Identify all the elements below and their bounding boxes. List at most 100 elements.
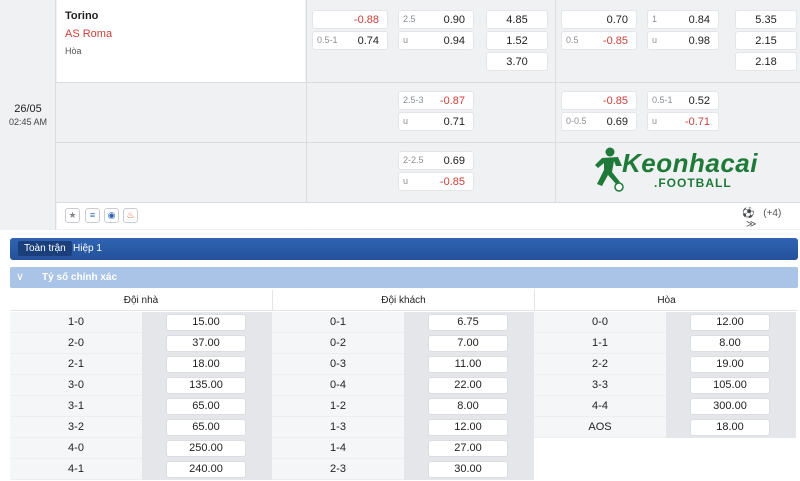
- eye-icon[interactable]: ◉: [104, 208, 119, 223]
- score-odds-button[interactable]: 240.00: [166, 461, 246, 478]
- column-divider: [555, 0, 556, 202]
- tab-first-half[interactable]: Hiệp 1: [73, 243, 102, 254]
- odds-line: 0.5-1: [317, 35, 338, 45]
- odds-value: -0.87: [439, 95, 465, 107]
- odds-cell[interactable]: 0.70: [561, 10, 637, 29]
- odds-line: 0.5-1: [652, 95, 673, 105]
- period-tabs: Toàn trận Hiệp 1: [10, 238, 798, 260]
- odds-cell[interactable]: u 0.98: [647, 31, 719, 50]
- odds-value: -0.85: [439, 176, 465, 188]
- odds-cell[interactable]: u 0.71: [398, 112, 474, 131]
- score-odds-button[interactable]: 18.00: [166, 356, 246, 373]
- score-label: 0-2: [330, 337, 346, 349]
- score-label: 1-2: [330, 400, 346, 412]
- score-label: 4-4: [592, 400, 608, 412]
- odds-value: 2.15: [755, 35, 777, 47]
- score-label: 3-0: [68, 379, 84, 391]
- score-odds-button[interactable]: 15.00: [166, 314, 246, 331]
- match-odds-panel: 26/05 02:45 AM Torino AS Roma Hòa -0.88 …: [0, 0, 800, 230]
- score-odds-button[interactable]: 12.00: [428, 419, 508, 436]
- odds-cell[interactable]: 1 0.84: [647, 10, 719, 29]
- odds-line: u: [403, 116, 409, 126]
- odds-value: 0.84: [688, 14, 710, 26]
- odds-line: 2.5: [403, 14, 416, 24]
- score-odds-button[interactable]: 105.00: [690, 377, 770, 394]
- correct-score-section-header[interactable]: ∨ Tỷ số chính xác: [10, 267, 798, 288]
- odds-cell[interactable]: 2.5-3 -0.87: [398, 91, 474, 110]
- more-markets-button[interactable]: ⚽ (+4) ≫: [742, 208, 798, 230]
- odds-value: 3.70: [506, 56, 528, 68]
- score-label: 0-3: [330, 358, 346, 370]
- score-odds-button[interactable]: 22.00: [428, 377, 508, 394]
- score-odds-button[interactable]: 300.00: [690, 398, 770, 415]
- odds-cell[interactable]: 0.5-1 0.52: [647, 91, 719, 110]
- odds-cell[interactable]: 0-0.5 0.69: [561, 112, 637, 131]
- odds-cell[interactable]: 3.70: [486, 52, 548, 71]
- odds-cell[interactable]: 1.52: [486, 31, 548, 50]
- score-odds-button[interactable]: 18.00: [690, 419, 770, 436]
- odds-value: 5.35: [755, 14, 777, 26]
- odds-line: 2-2.5: [403, 155, 424, 165]
- odds-value: -0.71: [684, 116, 710, 128]
- odds-line: 2.5-3: [403, 95, 424, 105]
- odds-cell[interactable]: 2-2.5 0.69: [398, 151, 474, 170]
- score-odds-button[interactable]: 8.00: [690, 335, 770, 352]
- score-odds-button[interactable]: 250.00: [166, 440, 246, 457]
- odds-cell[interactable]: u -0.85: [398, 172, 474, 191]
- score-label: 2-2: [592, 358, 608, 370]
- odds-line: 1: [652, 14, 658, 24]
- chevron-down-icon[interactable]: ∨: [16, 270, 24, 283]
- odds-cell[interactable]: -0.88: [312, 10, 388, 29]
- score-label: 3-1: [68, 400, 84, 412]
- score-odds-button[interactable]: 6.75: [428, 314, 508, 331]
- odds-cell[interactable]: 4.85: [486, 10, 548, 29]
- score-odds-button[interactable]: 8.00: [428, 398, 508, 415]
- score-odds-button[interactable]: 19.00: [690, 356, 770, 373]
- odds-cell[interactable]: 2.5 0.90: [398, 10, 474, 29]
- odds-value: 0.94: [443, 35, 465, 47]
- odds-line: u: [403, 35, 409, 45]
- odds-value: -0.88: [353, 14, 379, 26]
- odds-cell[interactable]: 0.5-1 0.74: [312, 31, 388, 50]
- player-silhouette-icon: [595, 147, 624, 192]
- star-icon[interactable]: ★: [65, 208, 80, 223]
- odds-cell[interactable]: 0.5 -0.85: [561, 31, 637, 50]
- odds-cell[interactable]: u 0.94: [398, 31, 474, 50]
- score-odds-button[interactable]: 30.00: [428, 461, 508, 478]
- column-divider: [306, 0, 307, 230]
- odds-value: -0.85: [602, 95, 628, 107]
- more-count: (+4): [763, 208, 782, 219]
- score-odds-button[interactable]: 27.00: [428, 440, 508, 457]
- score-odds-button[interactable]: 135.00: [166, 377, 246, 394]
- score-odds-button[interactable]: 65.00: [166, 398, 246, 415]
- odds-cell[interactable]: 5.35: [735, 10, 797, 29]
- fire-icon[interactable]: ♨: [123, 208, 138, 223]
- row-divider: [56, 142, 800, 143]
- action-strip: [57, 203, 800, 229]
- score-odds-button[interactable]: 37.00: [166, 335, 246, 352]
- score-label: 3-3: [592, 379, 608, 391]
- draw-label: Hòa: [65, 46, 82, 56]
- home-team-name[interactable]: Torino: [65, 10, 98, 22]
- chevron-double-icon: ≫: [746, 219, 757, 230]
- score-odds-button[interactable]: 65.00: [166, 419, 246, 436]
- odds-cell[interactable]: 2.15: [735, 31, 797, 50]
- score-odds-button[interactable]: 12.00: [690, 314, 770, 331]
- score-odds-button[interactable]: 11.00: [428, 356, 508, 373]
- odds-value: 0.74: [357, 35, 379, 47]
- tab-full-match[interactable]: Toàn trận: [18, 241, 72, 256]
- odds-value: 0.69: [606, 116, 628, 128]
- site-logo: Keonhacai .FOOTBALL: [592, 146, 782, 192]
- odds-cell[interactable]: u -0.71: [647, 112, 719, 131]
- logo-subtext: .FOOTBALL: [654, 176, 732, 190]
- section-title: Tỷ số chính xác: [42, 272, 118, 283]
- score-label: 1-0: [68, 316, 84, 328]
- match-time: 02:45 AM: [8, 117, 48, 127]
- odds-cell[interactable]: 2.18: [735, 52, 797, 71]
- database-icon[interactable]: ≡: [85, 208, 100, 223]
- away-team-name[interactable]: AS Roma: [65, 28, 112, 40]
- odds-cell[interactable]: -0.85: [561, 91, 637, 110]
- odds-value: 2.18: [755, 56, 777, 68]
- score-odds-button[interactable]: 7.00: [428, 335, 508, 352]
- column-header-away: Đội khách: [272, 290, 534, 311]
